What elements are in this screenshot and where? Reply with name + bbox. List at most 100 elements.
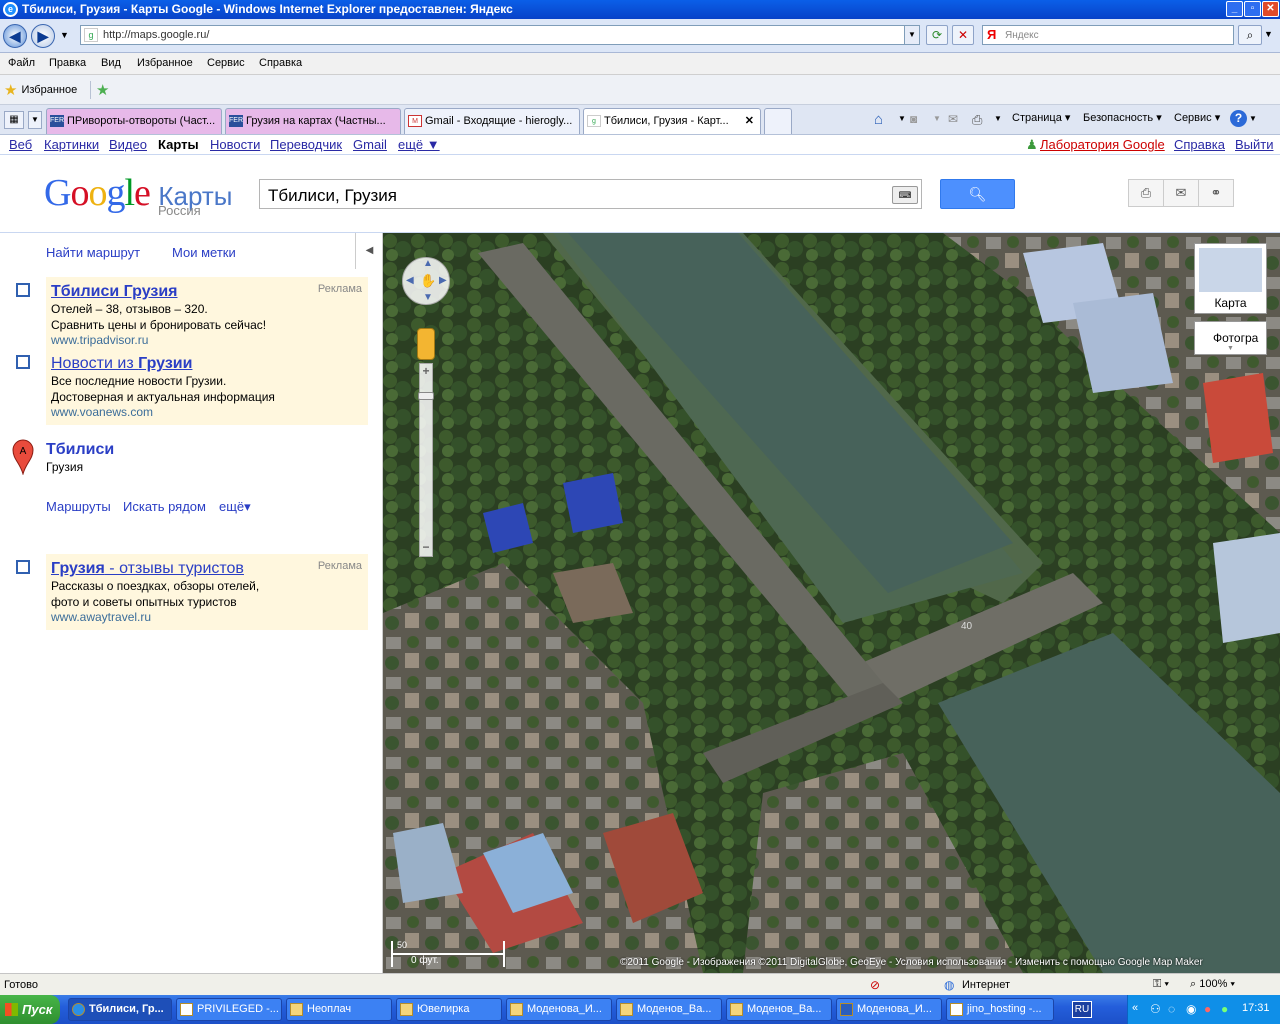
language-indicator[interactable]: RU (1072, 1001, 1092, 1018)
menu-tools[interactable]: Сервис (207, 57, 245, 69)
close-button[interactable]: ✕ (1262, 1, 1279, 17)
url-field[interactable]: g http://maps.google.ru/ ▼ (80, 25, 920, 45)
menu-edit[interactable]: Правка (49, 57, 86, 69)
ad-1-title[interactable]: Тбилиси Грузия (51, 283, 363, 301)
map-type-map-button[interactable]: Карта (1194, 243, 1267, 314)
tools-menu[interactable]: Сервис ▾ (1174, 111, 1220, 124)
gbar-more[interactable]: ещё ▼ (398, 137, 440, 152)
pan-down-icon[interactable]: ▼ (423, 292, 433, 303)
refresh-icon[interactable]: ⟳ (926, 25, 948, 45)
ad-3-url[interactable]: www.awaytravel.ru (51, 610, 363, 624)
print-icon[interactable]: ⎙ (972, 112, 982, 128)
taskbar-item-ie[interactable]: Тбилиси, Гр... (68, 998, 172, 1021)
menu-view[interactable]: Вид (101, 57, 121, 69)
gbar-help[interactable]: Справка (1174, 137, 1225, 152)
quick-tabs-icon[interactable]: ▦ (4, 111, 24, 129)
ad-2[interactable]: Новости из Грузии Все последние новости … (46, 349, 368, 425)
help-icon[interactable]: ? (1230, 110, 1247, 127)
ad-2-url[interactable]: www.voanews.com (51, 405, 363, 419)
rss-icon[interactable]: ◙ (910, 112, 917, 126)
tray-expand-icon[interactable]: « (1132, 1002, 1138, 1014)
chat-icon[interactable]: ◌ (1168, 1002, 1175, 1016)
taskbar-item[interactable]: Неоплач (286, 998, 392, 1021)
tab-1[interactable]: FER ПРивороты-отвороты (Част... (46, 108, 222, 134)
start-button[interactable]: Пуск (0, 995, 60, 1024)
tray-icon[interactable]: ◉ (1186, 1002, 1196, 1016)
zoom-in-button[interactable]: + (419, 364, 433, 380)
help-dropdown-icon[interactable]: ▼ (1249, 114, 1257, 123)
satellite-map[interactable]: ▲ ▼ ◀ ▶ ✋ + − Карта Фотогра ▼ 50 0 фут. … (383, 233, 1280, 973)
menu-help[interactable]: Справка (259, 57, 302, 69)
gbar-news[interactable]: Новости (210, 137, 260, 152)
tray-status-icon[interactable]: ● (1221, 1002, 1228, 1016)
google-maps-logo[interactable]: Google Карты Россия (44, 171, 232, 218)
taskbar-item[interactable]: jino_hosting -... (946, 998, 1054, 1021)
forward-button[interactable]: ▶ (31, 24, 55, 48)
tab-2[interactable]: FER Грузия на картах (Частны... (225, 108, 401, 134)
link-button[interactable]: ⚭ (1198, 179, 1234, 207)
gbar-translate[interactable]: Переводчик (270, 137, 342, 152)
result-nearby-link[interactable]: Искать рядом (123, 499, 206, 514)
search-go-icon[interactable]: ⌕ (1238, 25, 1262, 45)
pegman-icon[interactable] (417, 328, 435, 360)
search-box[interactable]: Я Яндекс (982, 25, 1234, 45)
directions-link[interactable]: Найти маршрут (46, 245, 140, 260)
pan-left-icon[interactable]: ◀ (406, 275, 414, 286)
gbar-video[interactable]: Видео (109, 137, 147, 152)
print-dropdown-icon[interactable]: ▼ (994, 114, 1002, 123)
gbar-web[interactable]: Веб (9, 137, 32, 152)
search-options-icon[interactable]: ▼ (1264, 29, 1273, 39)
tab-list-icon[interactable]: ▼ (28, 111, 42, 129)
stop-icon[interactable]: ✕ (952, 25, 974, 45)
clock[interactable]: 17:31 (1242, 1002, 1270, 1014)
gbar-gmail[interactable]: Gmail (353, 137, 387, 152)
zoom-slider[interactable]: + − (418, 363, 434, 557)
ad-1[interactable]: Тбилиси Грузия Отелей – 38, отзывов – 32… (46, 277, 368, 349)
collapse-panel-icon[interactable]: ◀ (355, 233, 383, 269)
protected-mode-icon[interactable]: ⚿ ▾ (1153, 978, 1169, 991)
pan-up-icon[interactable]: ▲ (423, 258, 433, 269)
result-more-link[interactable]: ещё▾ (219, 499, 251, 515)
taskbar-item[interactable]: Моденова_И... (506, 998, 612, 1021)
tab-4-active[interactable]: g Тбилиси, Грузия - Карт... ✕ (583, 108, 761, 134)
add-favorite-icon[interactable]: ★ (96, 81, 109, 99)
new-tab-button[interactable] (764, 108, 792, 134)
zoom-out-button[interactable]: − (419, 540, 433, 556)
map-copyright[interactable]: ©2011 Google - Изображения ©2011 Digital… (620, 957, 1203, 968)
menu-file[interactable]: Файл (8, 57, 35, 69)
back-button[interactable]: ◀ (3, 24, 27, 48)
keyboard-icon[interactable]: ⌨ (892, 186, 918, 204)
ad-1-url[interactable]: www.tripadvisor.ru (51, 333, 363, 347)
home-icon[interactable]: ⌂ (874, 111, 883, 128)
gbar-images[interactable]: Картинки (44, 137, 99, 152)
close-tab-icon[interactable]: ✕ (745, 109, 754, 133)
print-button[interactable]: ⎙ (1128, 179, 1164, 207)
antivirus-icon[interactable]: ● (1204, 1002, 1211, 1016)
menu-favorites[interactable]: Избранное (137, 57, 193, 69)
popup-blocked-icon[interactable]: ⊘ (870, 978, 880, 992)
gbar-labs[interactable]: Лаборатория Google (1040, 137, 1165, 152)
taskbar-item[interactable]: Моденов_Ва... (726, 998, 832, 1021)
page-menu[interactable]: Страница ▾ (1012, 111, 1070, 124)
network-icon[interactable]: ⚇ (1150, 1002, 1161, 1016)
email-button[interactable]: ✉ (1163, 179, 1199, 207)
url-dropdown-icon[interactable]: ▼ (904, 26, 919, 44)
result-title[interactable]: Тбилиси (46, 441, 114, 459)
maximize-button[interactable]: ▫ (1244, 1, 1261, 17)
marker-a-icon[interactable]: A (12, 439, 34, 476)
result-routes-link[interactable]: Маршруты (46, 499, 111, 514)
tab-3[interactable]: M Gmail - Входящие - hierogly... (404, 108, 580, 134)
maps-search-input[interactable]: Тбилиси, Грузия ⌨ (259, 179, 922, 209)
mail-icon[interactable]: ✉ (948, 112, 958, 126)
pan-control[interactable]: ▲ ▼ ◀ ▶ ✋ (402, 257, 450, 305)
history-dropdown-icon[interactable]: ▼ (60, 30, 69, 40)
minimize-button[interactable]: _ (1226, 1, 1243, 17)
map-type-photos-button[interactable]: Фотогра ▼ (1194, 321, 1267, 355)
ad-3[interactable]: Грузия - отзывы туристов Рассказы о поез… (46, 554, 368, 630)
zoom-handle[interactable] (418, 392, 434, 400)
home-dropdown-icon[interactable]: ▼ (898, 114, 906, 123)
my-places-link[interactable]: Мои метки (172, 245, 236, 260)
ad-2-title[interactable]: Новости из Грузии (51, 355, 363, 373)
taskbar-item[interactable]: PRIVILEGED -... (176, 998, 282, 1021)
search-button[interactable]: 🔍︎ (940, 179, 1015, 209)
